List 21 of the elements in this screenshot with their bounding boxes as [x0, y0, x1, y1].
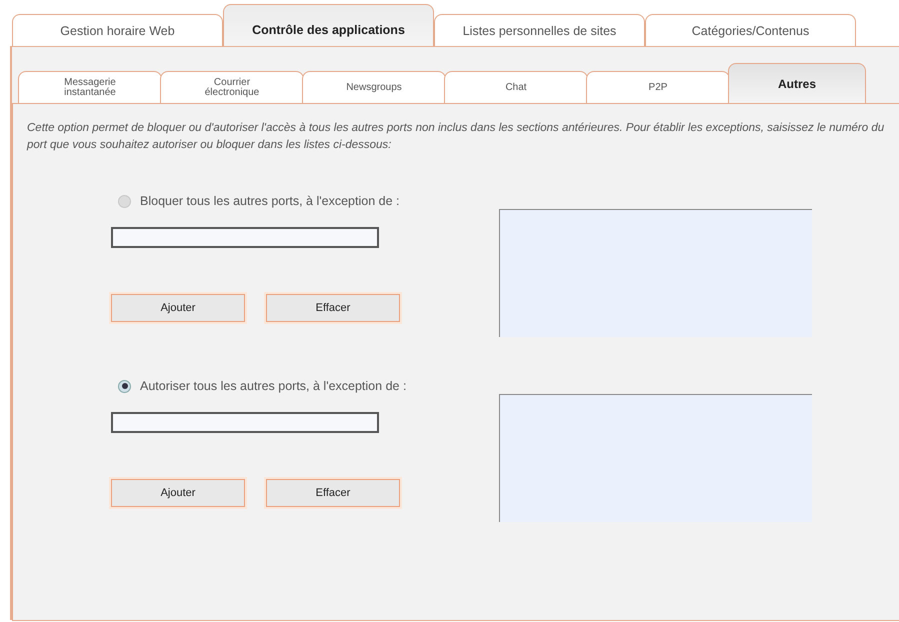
radio-label: Bloquer tous les autres ports, à l'exception de : — [140, 194, 400, 208]
subtab[interactable]: Chat — [444, 71, 588, 103]
action-button[interactable]: Ajouter — [111, 479, 245, 507]
radio-button[interactable] — [118, 380, 131, 392]
tab[interactable]: Contrôle des applications — [223, 4, 434, 46]
subtab[interactable]: Autres — [728, 63, 866, 103]
radio-label: Autoriser tous les autres ports, à l'exception de : — [140, 379, 406, 393]
subtab[interactable]: Courrier électronique — [160, 71, 304, 103]
port-input-field[interactable] — [111, 227, 379, 248]
description-text: Cette option permet de bloquer ou d'autoriser l'accès à tous les autres ports non inclus dans les sections antérieures. Pour établir les exceptions, saisissez le numéro du port que vous souhaitez autoriser ou bloquer dans les listes ci-dessous: — [27, 121, 885, 153]
subtab[interactable]: Messagerie instantanée — [18, 71, 162, 103]
tab[interactable]: Gestion horaire Web — [12, 14, 223, 46]
radio-button[interactable] — [118, 194, 131, 208]
tab[interactable]: Listes personnelles de sites — [434, 14, 645, 46]
action-button[interactable]: Effacer — [266, 294, 400, 322]
action-button[interactable]: Ajouter — [111, 294, 245, 322]
port-input-field[interactable] — [111, 412, 379, 433]
subtab[interactable]: Newsgroups — [302, 71, 446, 103]
action-button[interactable]: Effacer — [266, 479, 400, 507]
subtab[interactable]: P2P — [586, 71, 730, 103]
tab[interactable]: Catégories/Contenus — [645, 14, 856, 46]
